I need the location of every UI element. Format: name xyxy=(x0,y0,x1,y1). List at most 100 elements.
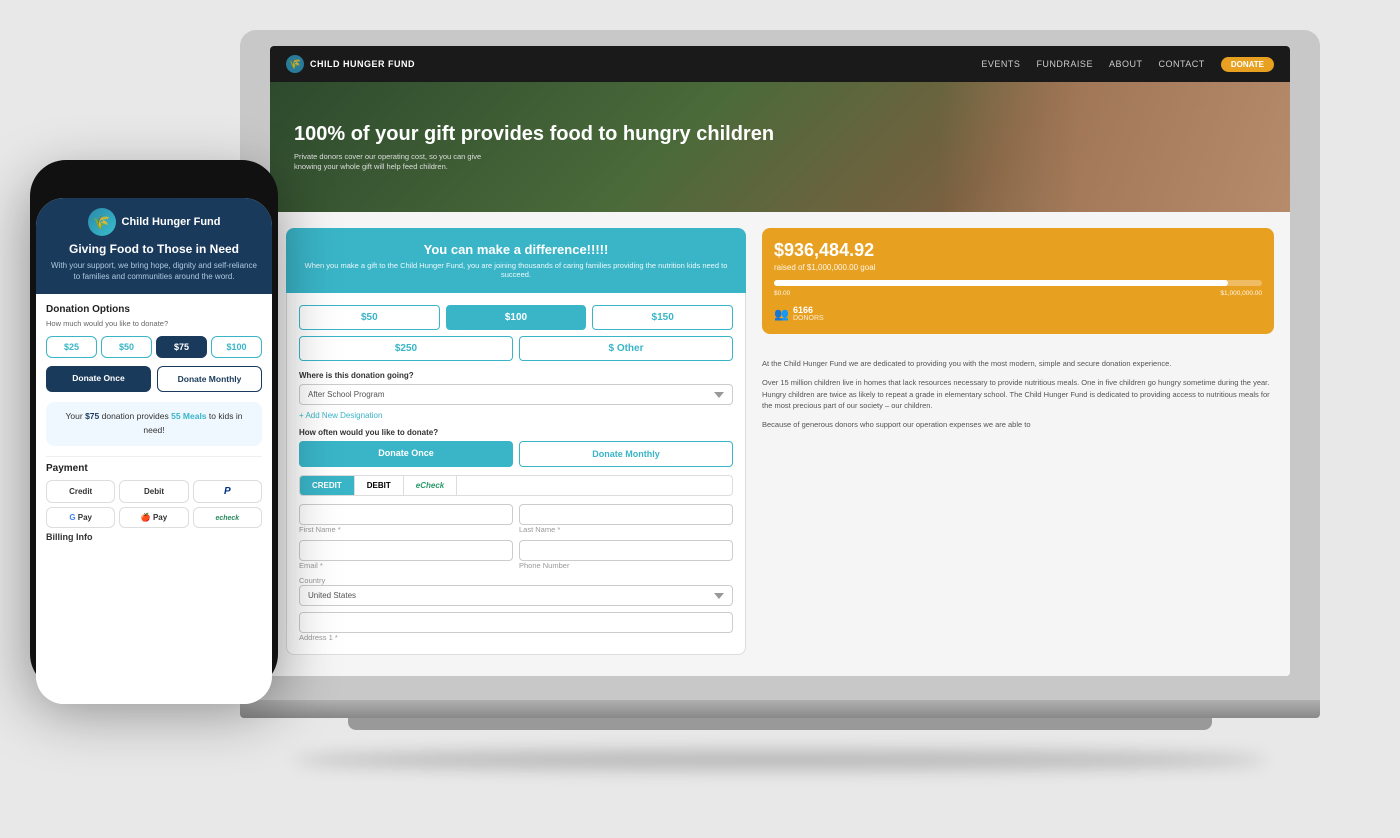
phone-paypal-btn[interactable]: P xyxy=(193,480,262,503)
progress-right: $1,000,000.00 xyxy=(1220,290,1262,297)
progress-bar-container xyxy=(774,280,1262,286)
amount-150[interactable]: $150 xyxy=(592,305,733,330)
address-label: Address 1 * xyxy=(299,633,733,642)
country-field: Country United States xyxy=(299,576,733,612)
progress-left: $0.00 xyxy=(774,290,790,297)
laptop-navbar: 🌾 CHILD HUNGER FUND EVENTS FUNDRAISE ABO… xyxy=(270,46,1290,82)
payment-tabs: CREDIT DEBIT eCheck xyxy=(299,475,733,496)
add-designation-link[interactable]: + Add New Designation xyxy=(299,411,733,420)
email-label: Email * xyxy=(299,561,513,570)
nav-donate-button[interactable]: DONATE xyxy=(1221,57,1274,72)
phone-credit-btn[interactable]: Credit xyxy=(46,480,115,503)
phone-input[interactable] xyxy=(519,540,733,561)
nav-contact[interactable]: CONTACT xyxy=(1158,59,1204,69)
phone-divider xyxy=(46,456,262,457)
donate-once-button[interactable]: Donate Once xyxy=(299,441,513,467)
donation-header: You can make a difference!!!!! When you … xyxy=(286,228,746,293)
nav-events[interactable]: EVENTS xyxy=(981,59,1020,69)
donation-section: You can make a difference!!!!! When you … xyxy=(286,228,746,660)
phone-org-name: Child Hunger Fund xyxy=(122,216,221,228)
amount-grid-2: $250 $ Other xyxy=(299,336,733,361)
info-section: At the Child Hunger Fund we are dedicate… xyxy=(762,358,1274,430)
first-name-field: First Name * xyxy=(299,504,513,534)
phone-credit-label: Credit xyxy=(69,487,92,496)
country-label: Country xyxy=(299,576,733,585)
email-field: Email * xyxy=(299,540,513,570)
donors-row: 👥 6166 DONORS xyxy=(774,305,1262,322)
scene: 🌾 CHILD HUNGER FUND EVENTS FUNDRAISE ABO… xyxy=(0,0,1400,838)
phone-impact-meals: 55 Meals xyxy=(171,411,206,421)
echeck-tab[interactable]: eCheck xyxy=(404,476,457,495)
hero-subtitle: Private donors cover our operating cost,… xyxy=(294,152,494,173)
credit-tab[interactable]: CREDIT xyxy=(300,476,355,495)
phone-amount-75[interactable]: $75 xyxy=(156,336,207,358)
phone-amount-100[interactable]: $100 xyxy=(211,336,262,358)
phone-debit-btn[interactable]: Debit xyxy=(119,480,188,503)
email-input[interactable] xyxy=(299,540,513,561)
designation-select[interactable]: After School Program xyxy=(299,384,733,405)
laptop-nav: EVENTS FUNDRAISE ABOUT CONTACT DONATE xyxy=(981,57,1274,72)
donation-header-sub: When you make a gift to the Child Hunger… xyxy=(302,261,730,279)
progress-labels: $0.00 $1,000,000.00 xyxy=(774,290,1262,297)
phone-billing-title: Billing Info xyxy=(46,532,262,542)
raised-amount: $936,484.92 xyxy=(774,240,1262,261)
amount-100[interactable]: $100 xyxy=(446,305,587,330)
country-select[interactable]: United States xyxy=(299,585,733,606)
phone-amount-25[interactable]: $25 xyxy=(46,336,97,358)
laptop-screen: 🌾 CHILD HUNGER FUND EVENTS FUNDRAISE ABO… xyxy=(270,46,1290,676)
last-name-field: Last Name * xyxy=(519,504,733,534)
phone-impact: Your $75 donation provides 55 Meals to k… xyxy=(46,402,262,445)
donate-monthly-button[interactable]: Donate Monthly xyxy=(519,441,733,467)
phone-logo-row: 🌾 Child Hunger Fund xyxy=(48,208,260,236)
amount-grid: $50 $100 $150 xyxy=(299,305,733,330)
donation-body: $50 $100 $150 $250 $ Other Where is this… xyxy=(286,293,746,655)
phone-gpay-btn[interactable]: G Pay xyxy=(46,507,115,528)
phone-payment-title: Payment xyxy=(46,463,262,474)
phone-logo-icon: 🌾 xyxy=(88,208,116,236)
phone-donate-monthly[interactable]: Donate Monthly xyxy=(157,366,262,392)
phone-sub: With your support, we bring hope, dignit… xyxy=(48,260,260,282)
last-name-label: Last Name * xyxy=(519,525,733,534)
last-name-input[interactable] xyxy=(519,504,733,525)
address-input[interactable] xyxy=(299,612,733,633)
address-field: Address 1 * xyxy=(299,612,733,642)
amount-other[interactable]: $ Other xyxy=(519,336,733,361)
laptop-main: You can make a difference!!!!! When you … xyxy=(270,212,1290,676)
phone-paypal-label: P xyxy=(224,486,231,497)
phone-how-much: How much would you like to donate? xyxy=(46,319,262,328)
phone-gpay-label: G Pay xyxy=(69,513,92,522)
phone-freq-row: Donate Once Donate Monthly xyxy=(46,366,262,392)
donation-header-title: You can make a difference!!!!! xyxy=(302,242,730,257)
phone-echeck-btn[interactable]: echeck xyxy=(193,507,262,528)
info-paragraph-3: Because of generous donors who support o… xyxy=(762,419,1274,430)
donors-label: DONORS xyxy=(793,315,824,322)
info-paragraph-1: At the Child Hunger Fund we are dedicate… xyxy=(762,358,1274,369)
phone-applepay-btn[interactable]: 🍎 Pay xyxy=(119,507,188,528)
phone-debit-label: Debit xyxy=(144,487,164,496)
nav-fundraise[interactable]: FUNDRAISE xyxy=(1036,59,1093,69)
donors-info: 6166 DONORS xyxy=(793,305,824,322)
donors-icon: 👥 xyxy=(774,307,789,321)
frequency-tabs: Donate Once Donate Monthly xyxy=(299,441,733,467)
amount-50[interactable]: $50 xyxy=(299,305,440,330)
first-name-input[interactable] xyxy=(299,504,513,525)
amount-250[interactable]: $250 xyxy=(299,336,513,361)
designation-label: Where is this donation going? xyxy=(299,371,733,380)
phone-payment-grid-1: Credit Debit P xyxy=(46,480,262,503)
info-paragraph-2: Over 15 million children live in homes t… xyxy=(762,377,1274,411)
debit-tab[interactable]: DEBIT xyxy=(355,476,404,495)
phone-amount-50[interactable]: $50 xyxy=(101,336,152,358)
nav-about[interactable]: ABOUT xyxy=(1109,59,1143,69)
phone-payment-grid-2: G Pay 🍎 Pay echeck xyxy=(46,507,262,528)
right-sidebar: $936,484.92 raised of $1,000,000.00 goal… xyxy=(762,228,1274,660)
laptop-logo: 🌾 CHILD HUNGER FUND xyxy=(286,55,415,73)
phone-header: 🌾 Child Hunger Fund Giving Food to Those… xyxy=(36,198,272,294)
progress-bar-fill xyxy=(774,280,1228,286)
logo-text: CHILD HUNGER FUND xyxy=(310,59,415,69)
logo-icon: 🌾 xyxy=(286,55,304,73)
name-row: First Name * Last Name * xyxy=(299,504,733,534)
phone-impact-amount: $75 xyxy=(85,411,99,421)
phone: 🌾 Child Hunger Fund Giving Food to Those… xyxy=(30,160,278,690)
phone-donate-once[interactable]: Donate Once xyxy=(46,366,151,392)
phone-label: Phone Number xyxy=(519,561,733,570)
